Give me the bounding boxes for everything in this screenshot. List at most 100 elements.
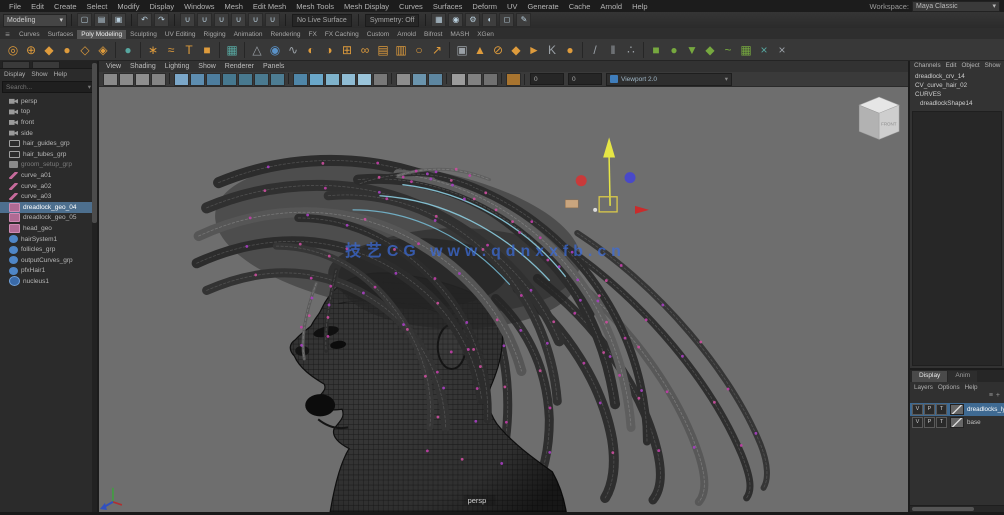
shelf-tab[interactable]: Animation (230, 30, 267, 39)
layer-toggle-p[interactable]: P (924, 417, 935, 428)
keyframe-icon[interactable]: K (543, 41, 561, 59)
shelf-tab[interactable]: UV Editing (161, 30, 200, 39)
outliner-item[interactable]: outputCurves_grp (0, 255, 97, 266)
cv-point[interactable] (311, 297, 314, 300)
layer-editor-menu-item[interactable]: Help (965, 384, 978, 391)
cv-point[interactable] (546, 342, 549, 345)
cv-point[interactable] (530, 289, 533, 292)
cv-point[interactable] (327, 335, 330, 338)
panel-toggle-icon[interactable] (373, 73, 388, 86)
menu-item[interactable]: Edit Mesh (248, 2, 291, 11)
outliner-item[interactable]: persp (0, 96, 97, 107)
menu-item[interactable]: UV (502, 2, 522, 11)
cv-point[interactable] (473, 197, 476, 200)
outliner-item[interactable]: side (0, 128, 97, 139)
transfer-icon[interactable]: ◆ (507, 41, 525, 59)
outliner-item[interactable]: dreadlock_geo_05 (0, 213, 97, 224)
cv-point[interactable] (599, 402, 602, 405)
cv-point[interactable] (410, 180, 413, 183)
uv-spherical-icon[interactable]: ◆ (701, 41, 719, 59)
cv-point[interactable] (437, 416, 440, 419)
layer-color-swatch[interactable] (950, 417, 964, 428)
cv-point[interactable] (451, 184, 454, 187)
cv-point[interactable] (657, 449, 660, 452)
uv-sew-icon[interactable]: × (773, 41, 791, 59)
merge-icon[interactable]: ∞ (356, 41, 374, 59)
panel-toggle-icon[interactable] (119, 73, 134, 86)
menu-item[interactable]: Edit (26, 2, 49, 11)
shelf-tab[interactable]: FX (305, 30, 321, 39)
separate-icon[interactable]: ◉ (266, 41, 284, 59)
cv-point[interactable] (461, 458, 464, 461)
cv-point[interactable] (511, 220, 514, 223)
cv-point[interactable] (645, 318, 648, 321)
cv-point[interactable] (505, 421, 508, 424)
shelf-tab[interactable]: Poly Modeling (77, 30, 126, 39)
cv-point[interactable] (249, 217, 252, 220)
menu-item[interactable]: Help (627, 2, 652, 11)
cv-point[interactable] (754, 432, 757, 435)
channel-box-menu-item[interactable]: Object (961, 62, 979, 69)
layer-row[interactable]: VPTbase (910, 416, 1004, 429)
cv-point[interactable] (596, 300, 599, 303)
uv-editor-icon[interactable]: ▦ (737, 41, 755, 59)
svg-tool-icon[interactable]: ■ (198, 41, 216, 59)
cv-point[interactable] (618, 374, 621, 377)
panel-toggle-icon[interactable] (206, 73, 221, 86)
cv-point[interactable] (300, 344, 303, 347)
hypershade-icon[interactable]: ◐ (482, 13, 497, 27)
cv-point[interactable] (310, 277, 313, 280)
cv-point[interactable] (434, 219, 437, 222)
cv-point[interactable] (576, 278, 579, 281)
quad-draw-icon[interactable]: ↗ (428, 41, 446, 59)
channel-box-attribute-area[interactable] (912, 111, 1002, 366)
cv-point[interactable] (442, 387, 445, 390)
panel-toggle-icon[interactable] (222, 73, 237, 86)
cv-point[interactable] (624, 337, 627, 340)
extrude-icon[interactable]: ⊞ (338, 41, 356, 59)
layer-toggle-v[interactable]: V (912, 404, 923, 415)
cv-point[interactable] (474, 420, 477, 423)
renderer-dropdown[interactable]: Viewport 2.0 ▾ (606, 73, 732, 86)
panel-toggle-icon[interactable] (254, 73, 269, 86)
channel-box-menu-item[interactable]: Edit (946, 62, 957, 69)
cv-point[interactable] (681, 355, 684, 358)
viewport-canvas[interactable]: 技艺CG www.qdnxxfb.cn FRONT (99, 87, 908, 512)
panel-toggle-icon[interactable] (325, 73, 340, 86)
cv-point[interactable] (378, 176, 381, 179)
outliner-tab[interactable] (2, 61, 30, 68)
cv-point[interactable] (426, 449, 429, 452)
snap-curve-icon[interactable]: ∪ (197, 13, 212, 27)
uv-planar-icon[interactable]: ■ (647, 41, 665, 59)
cv-point[interactable] (549, 407, 552, 410)
y-axis-handle[interactable] (609, 157, 610, 205)
cv-curve-icon[interactable]: ∴ (622, 41, 640, 59)
cv-point[interactable] (436, 371, 439, 374)
cv-point[interactable] (267, 165, 270, 168)
outliner-search-input[interactable]: Search... ▾ (2, 81, 95, 93)
channel-box-menu-item[interactable]: Channels (914, 62, 941, 69)
menu-item[interactable]: Deform (467, 2, 502, 11)
layer-editor-menu-item[interactable]: Layers (914, 384, 933, 391)
arrow-tool-icon[interactable]: ► (525, 41, 543, 59)
type-tool-icon[interactable]: T (180, 41, 198, 59)
cv-point[interactable] (598, 294, 601, 297)
symmetry-icon[interactable]: ▲ (471, 41, 489, 59)
panel-toggle-icon[interactable] (506, 73, 521, 86)
cv-point[interactable] (465, 321, 468, 324)
layer-editor-tab[interactable]: Anim (948, 371, 977, 382)
cv-point[interactable] (504, 386, 507, 389)
panel-toggle-icon[interactable] (396, 73, 411, 86)
shelf-tab[interactable]: XGen (473, 30, 498, 39)
menu-item[interactable]: Cache (564, 2, 596, 11)
snap-grid-icon[interactable]: ∪ (180, 13, 195, 27)
viewport-menu-item[interactable]: Show (198, 63, 216, 70)
panel-toggle-icon[interactable] (483, 73, 498, 86)
panel-toggle-icon[interactable] (103, 73, 118, 86)
curve-warp-icon[interactable]: ≈ (162, 41, 180, 59)
panel-toggle-icon[interactable] (357, 73, 372, 86)
outliner-item[interactable]: front (0, 117, 97, 128)
menu-item[interactable]: Create (49, 2, 82, 11)
cv-point[interactable] (308, 314, 311, 317)
light-editor-icon[interactable]: ◻ (499, 13, 514, 27)
